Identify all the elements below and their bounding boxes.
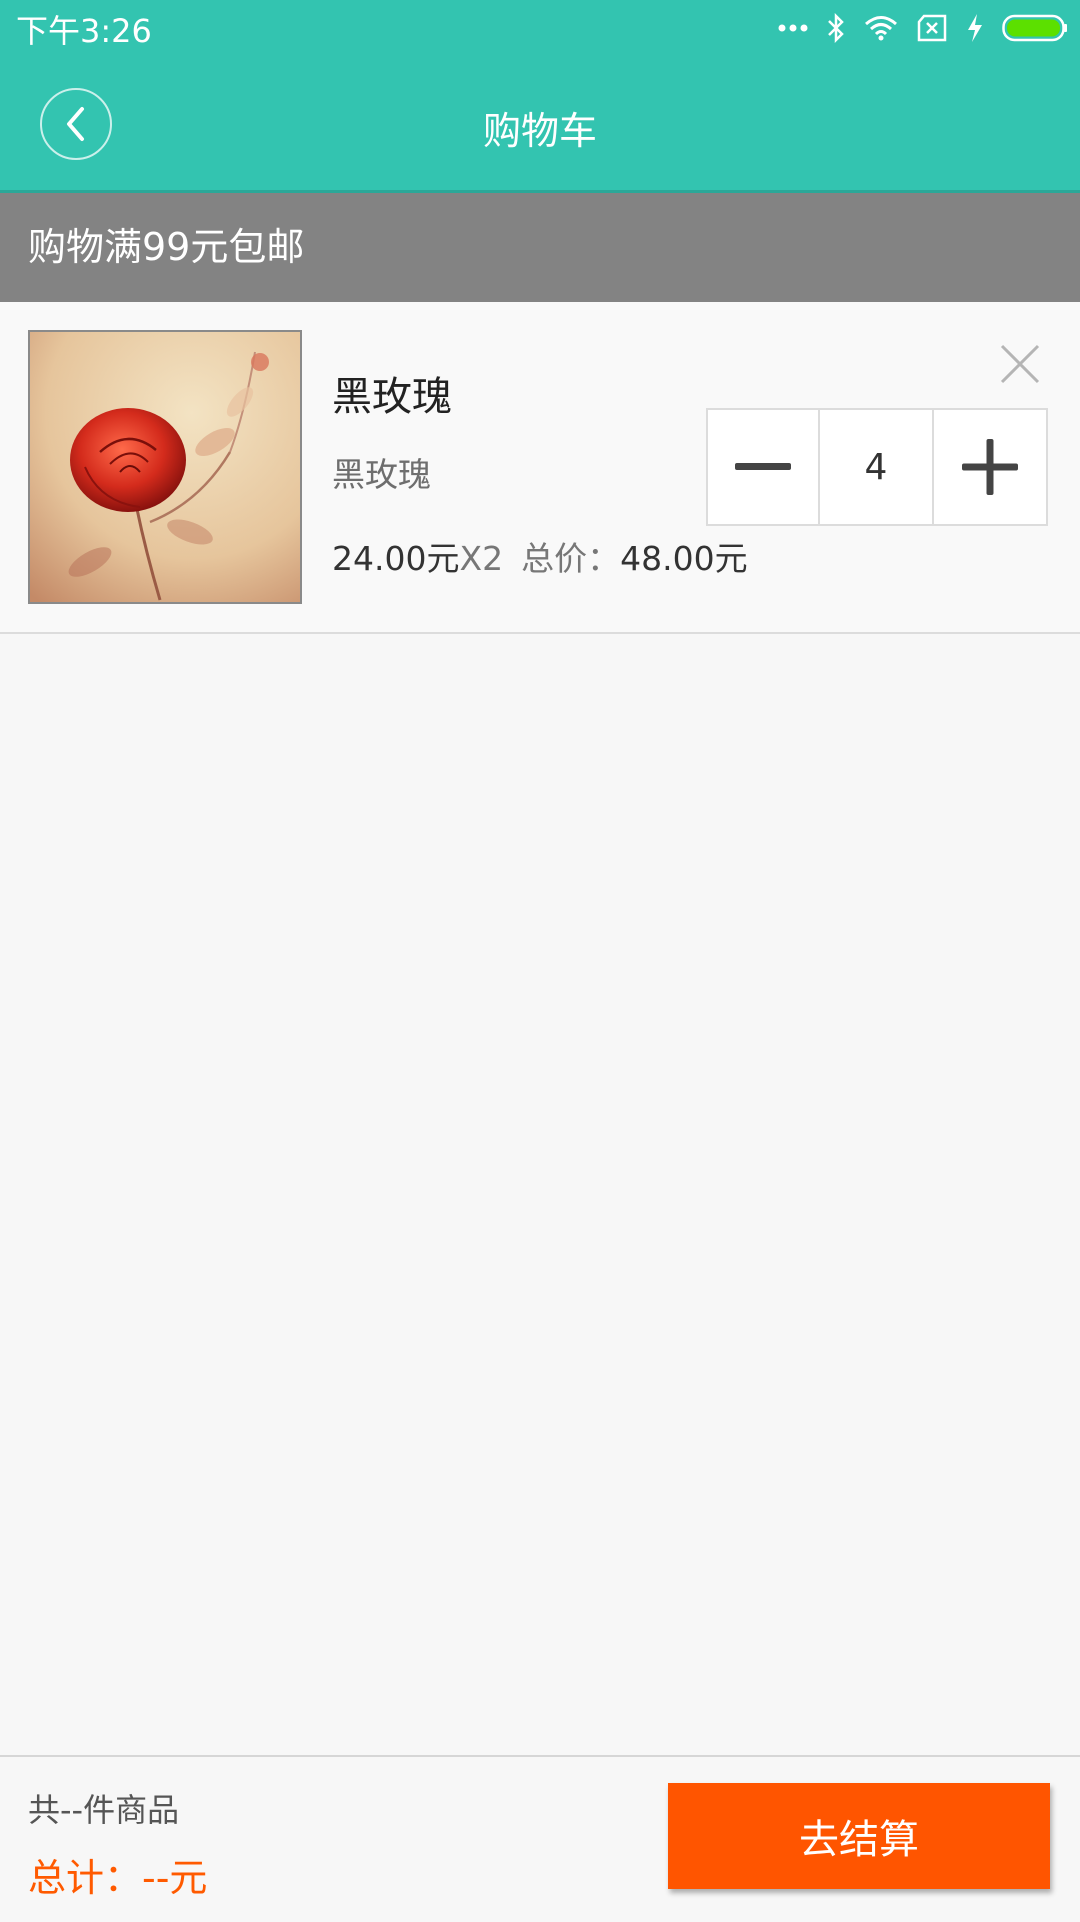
wifi-icon [864,14,898,42]
decrease-quantity-button[interactable] [708,410,820,524]
item-count-text: 共--件商品 [28,1791,180,1829]
free-shipping-banner: 购物满99元包邮 [0,193,1080,302]
product-image[interactable] [28,330,302,604]
product-name: 黑玫瑰 [332,374,452,420]
charging-icon [966,13,984,43]
app-header: 购物车 [0,56,1080,193]
unit-price: 24.00元 [332,539,460,578]
remove-item-button[interactable] [998,342,1042,386]
quantity-value[interactable]: 4 [820,410,934,524]
total-price-label: 总价： [521,539,621,578]
increase-quantity-button[interactable] [934,410,1046,524]
no-sim-icon [916,14,948,42]
checkout-button[interactable]: 去结算 [668,1783,1050,1889]
cart-footer: 共--件商品 总计：--元 去结算 [0,1755,1080,1922]
quantity-multiplier: X2 [459,539,504,578]
minus-icon [735,463,791,470]
product-subtitle: 黑玫瑰 [332,455,431,494]
quantity-stepper: 4 [706,408,1048,526]
status-time: 下午3:26 [16,12,152,50]
status-bar: 下午3:26 [0,0,1080,56]
bluetooth-icon [826,13,846,43]
page-title: 购物车 [482,109,597,153]
status-icons [778,10,1068,46]
grand-total-text: 总计：--元 [28,1856,208,1900]
total-price-value: 48.00元 [620,539,748,578]
battery-icon [1002,14,1068,42]
product-price-line: 24.00元X2 总价：48.00元 [332,532,748,580]
more-dots-icon [778,23,808,33]
close-icon [1000,344,1040,384]
cart-item: 黑玫瑰 黑玫瑰 24.00元X2 总价：48.00元 4 [0,302,1080,634]
plus-icon [962,439,1018,495]
